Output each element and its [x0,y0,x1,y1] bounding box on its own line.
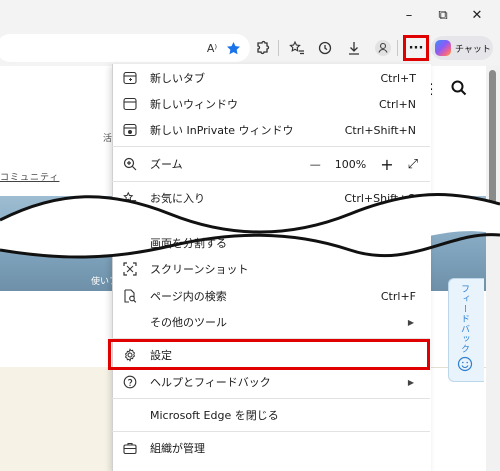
chevron-right-icon: ▶ [407,317,414,327]
page-search-icon[interactable] [451,80,467,96]
feedback-label: フィードバック [459,284,469,354]
menu-item-new-inprivate-window[interactable]: 新しい InPrivate ウィンドウ Ctrl+Shift+N [112,117,430,143]
menu-item-new-tab[interactable]: 新しいタブ Ctrl+T [112,65,430,91]
favorites-icon[interactable] [284,36,310,60]
restore-icon: ⧉ [438,7,448,23]
menu-label: ズーム [150,158,183,171]
close-edge-icon [122,407,138,423]
page-beige-panel [0,367,112,471]
copilot-chat-button[interactable]: チャット [431,36,493,60]
menu-item-help-and-feedback[interactable]: ヘルプとフィードバック ▶ [112,369,430,395]
zoom-level: 100% [334,157,367,171]
menu-item-zoom: ズーム — 100% + ⤢ [112,151,430,177]
close-window-button[interactable]: ✕ [460,0,494,30]
menu-label: ヘルプとフィードバック [150,376,271,389]
menu-item-close-edge[interactable]: Microsoft Edge を閉じる [112,402,430,428]
inprivate-icon [122,122,138,138]
new-tab-icon [122,70,138,86]
download-icon[interactable] [341,36,367,60]
copilot-icon [435,40,451,56]
menu-label: ページ内の検索 [150,290,227,303]
zoom-icon [122,156,138,172]
fullscreen-icon[interactable]: ⤢ [408,157,418,172]
menu-separator [112,431,430,432]
chat-label: チャット [455,44,491,55]
restore-button[interactable]: ⧉ [426,0,460,30]
briefcase-icon [122,440,138,456]
zoom-controls: — 100% + ⤢ [310,155,418,174]
menu-shortcut: Ctrl+T [380,71,416,85]
extensions-icon[interactable] [250,36,276,60]
screenshot-icon [122,261,138,277]
menu-label: 設定 [150,348,172,362]
menu-item-managed-by-organization[interactable]: 組織が管理 [112,435,430,461]
menu-label: 組織が管理 [150,442,205,455]
menu-item-more-tools[interactable]: その他のツール ▶ [112,309,430,335]
favorite-star-icon[interactable] [220,36,246,60]
menu-separator [112,398,430,399]
profile-icon[interactable] [370,36,396,60]
menu-label: 新しい InPrivate ウィンドウ [150,124,294,137]
toolbar-separator [397,40,398,56]
history-icon[interactable] [312,36,338,60]
menu-label: 新しいウィンドウ [150,98,238,111]
menu-item-new-window[interactable]: 新しいウィンドウ Ctrl+N [112,91,430,117]
close-icon: ✕ [471,7,483,23]
zoom-in-button[interactable]: + [380,155,393,174]
page-partial-text: 活 [103,134,113,144]
more-icon: ··· [408,40,424,56]
toolbar-separator [278,40,279,56]
menu-item-split-screen[interactable]: 画面を分割する [112,230,430,256]
menu-separator [112,146,430,147]
menu-label: 新しいタブ [150,72,205,85]
minimize-icon: – [405,7,413,23]
menu-separator [112,181,430,182]
new-window-icon [122,96,138,112]
menu-shortcut: Ctrl+N [378,97,416,111]
menu-label: Microsoft Edge を閉じる [150,409,279,422]
menu-label: 画面を分割する [150,237,227,250]
menu-item-screenshot[interactable]: スクリーンショット [112,256,430,282]
find-on-page-icon [122,288,138,304]
community-link[interactable]: コミュニティ [0,170,59,183]
more-tools-icon [122,314,138,330]
menu-shortcut: Ctrl+F [380,289,416,303]
menu-label: スクリーンショット [150,263,249,276]
menu-item-find-on-page[interactable]: ページ内の検索 Ctrl+F [112,283,430,309]
zoom-out-button[interactable]: — [310,158,321,171]
settings-and-more-button[interactable]: ··· [403,35,429,61]
menu-label: その他のツール [150,316,227,329]
smiley-icon [457,356,473,372]
minimize-button[interactable]: – [392,0,426,30]
menu-shortcut: Ctrl+Shift+N [344,123,416,137]
chevron-right-icon: ▶ [407,377,414,387]
menu-item-settings[interactable]: 設定 [108,339,430,370]
split-screen-icon [122,235,138,251]
settings-gear-icon [122,347,138,363]
help-icon [122,374,138,390]
